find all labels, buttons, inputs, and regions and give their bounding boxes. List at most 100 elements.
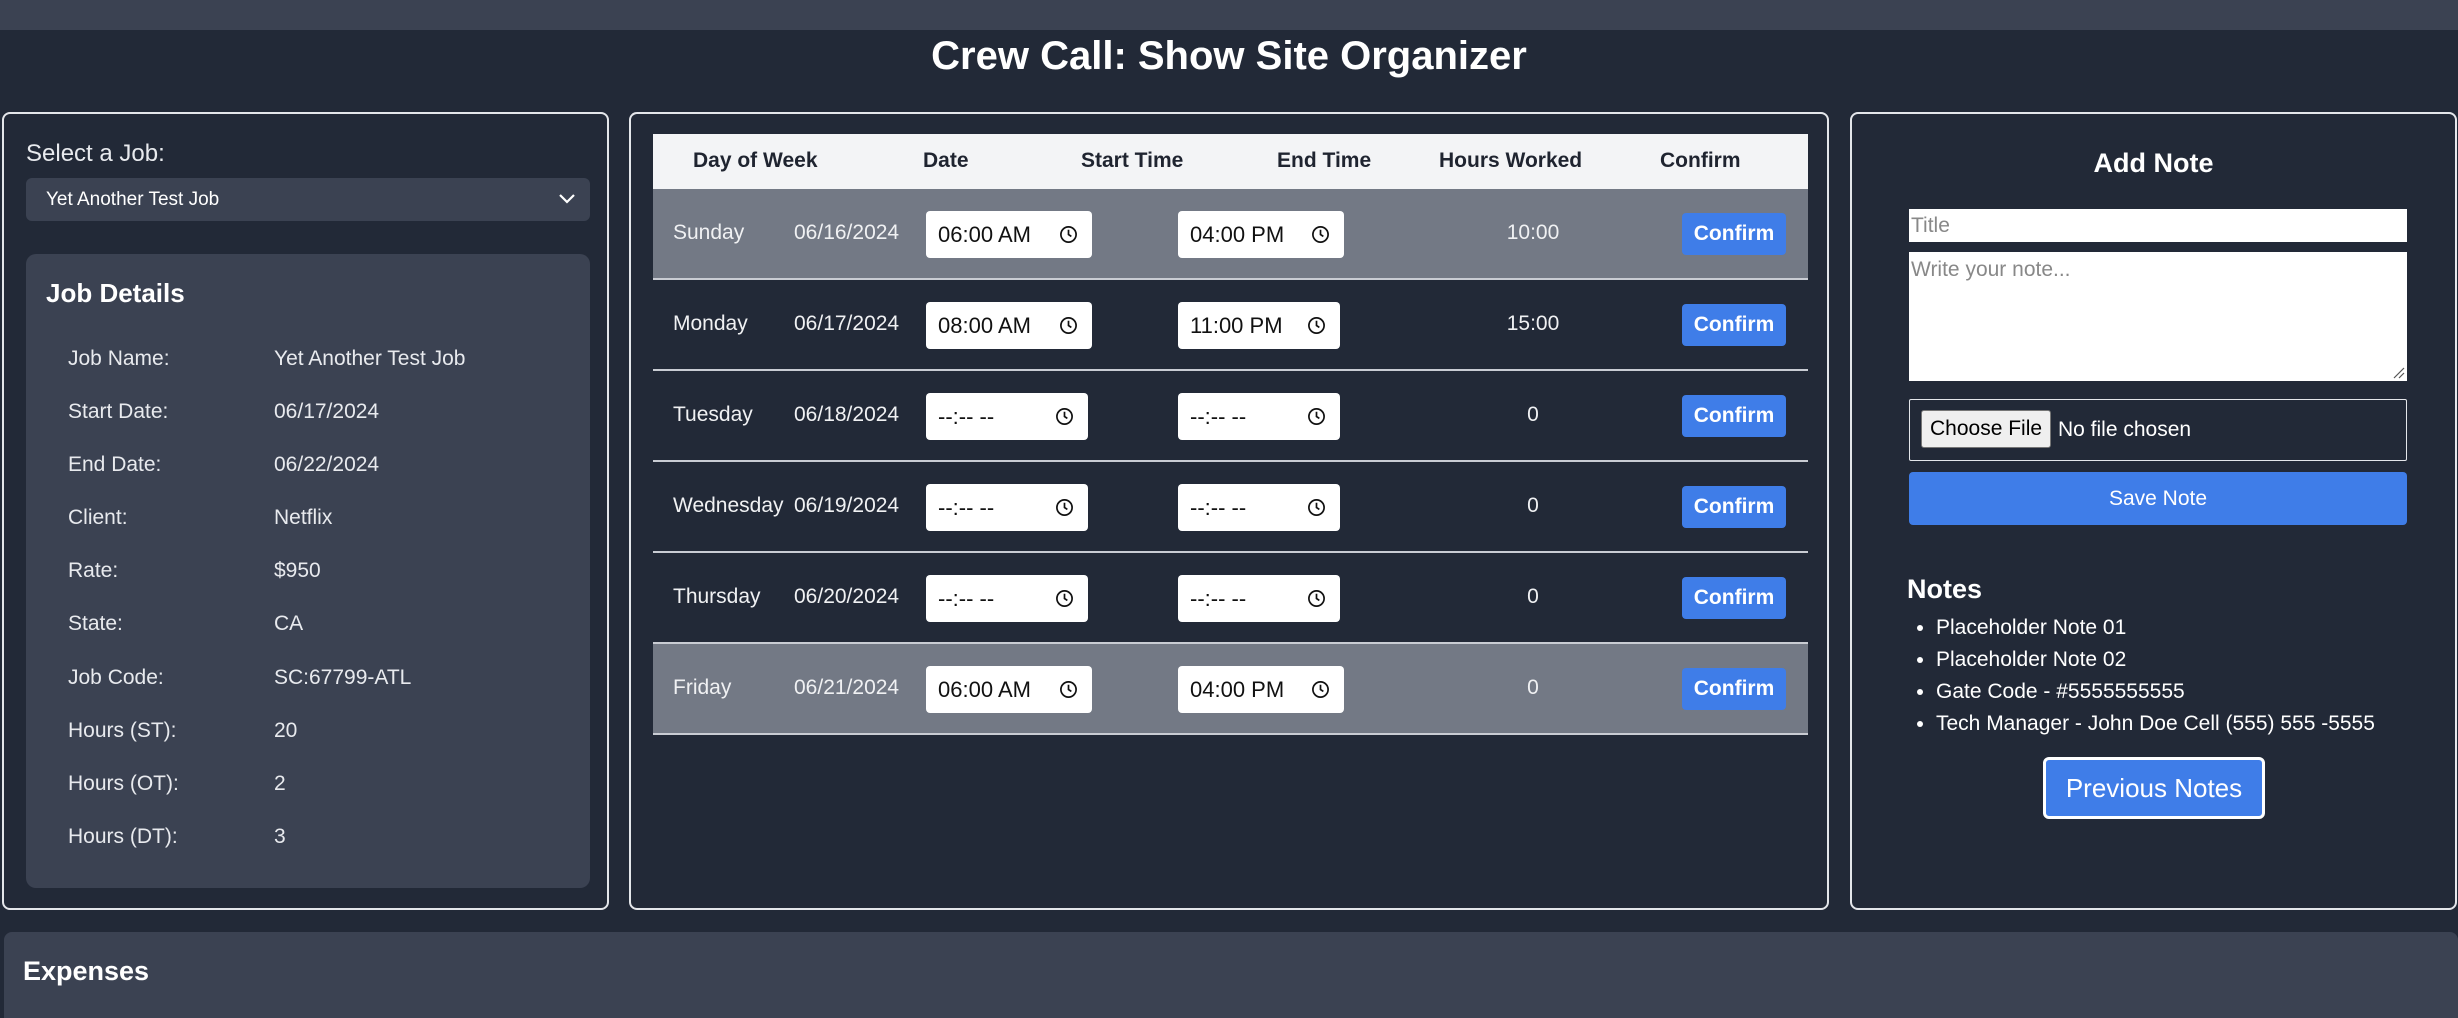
start-time-input[interactable]: 06:00 AM: [926, 211, 1092, 258]
note-item: Tech Manager - John Doe Cell (555) 555 -…: [1936, 708, 2375, 740]
start-time-value: --:-- --: [938, 586, 995, 611]
detail-value: 06/22/2024: [274, 453, 380, 476]
day-cell: Sunday: [673, 221, 745, 244]
table-row: Wednesday 06/19/2024 --:-- -- --:-- -- 0 Conf…: [653, 462, 1808, 553]
clock-icon: [1056, 590, 1073, 607]
detail-label: Hours (OT):: [68, 772, 179, 795]
note-title-input[interactable]: Title: [1909, 209, 2407, 242]
end-time-value: 04:00 PM: [1190, 677, 1285, 702]
chevron-down-icon: [559, 194, 575, 204]
confirm-button[interactable]: Confirm: [1682, 668, 1786, 710]
confirm-button[interactable]: Confirm: [1682, 577, 1786, 619]
date-cell: 06/21/2024: [794, 676, 900, 699]
header-hours-worked: Hours Worked: [1439, 149, 1583, 172]
clock-icon: [1308, 408, 1325, 425]
hours-worked-cell: 0: [1527, 676, 1539, 699]
note-body-placeholder: Write your note...: [1911, 258, 2071, 281]
header-confirm: Confirm: [1660, 149, 1741, 172]
confirm-button[interactable]: Confirm: [1682, 486, 1786, 528]
note-body-textarea[interactable]: Write your note...: [1909, 252, 2407, 381]
header-start-time: Start Time: [1081, 149, 1184, 172]
previous-notes-button[interactable]: Previous Notes: [2043, 757, 2265, 819]
confirm-button[interactable]: Confirm: [1682, 304, 1786, 346]
day-cell: Wednesday: [673, 494, 784, 517]
day-cell: Monday: [673, 312, 748, 335]
header-end-time: End Time: [1277, 149, 1372, 172]
start-time-value: --:-- --: [938, 404, 995, 429]
confirm-button[interactable]: Confirm: [1682, 213, 1786, 255]
confirm-button[interactable]: Confirm: [1682, 395, 1786, 437]
end-time-value: --:-- --: [1190, 404, 1247, 429]
detail-label: State:: [68, 612, 123, 635]
page-title: Crew Call: Show Site Organizer: [931, 34, 1527, 78]
job-select-value: Yet Another Test Job: [46, 189, 220, 210]
clock-icon: [1308, 590, 1325, 607]
start-time-value: 06:00 AM: [938, 222, 1031, 247]
clock-icon: [1308, 317, 1325, 334]
detail-value: Netflix: [274, 506, 333, 529]
detail-value: SC:67799-ATL: [274, 666, 412, 689]
end-time-input[interactable]: 11:00 PM: [1178, 302, 1340, 349]
day-cell: Friday: [673, 676, 732, 699]
resize-grip-icon[interactable]: [2391, 365, 2405, 379]
start-time-value: --:-- --: [938, 495, 995, 520]
choose-file-button[interactable]: Choose File: [1921, 410, 2052, 448]
end-time-input[interactable]: 04:00 PM: [1178, 211, 1344, 258]
table-row: Friday 06/21/2024 06:00 AM 04:00 PM 0 Confirm: [653, 644, 1808, 735]
date-cell: 06/17/2024: [794, 312, 900, 335]
table-row: Thursday 06/20/2024 --:-- -- --:-- -- 0 Confi…: [653, 553, 1808, 644]
table-row: Tuesday 06/18/2024 --:-- -- --:-- -- 0 Confir…: [653, 371, 1808, 462]
expenses-section: Expenses: [4, 932, 2458, 1018]
end-time-value: 04:00 PM: [1190, 222, 1285, 247]
detail-label: Job Name:: [68, 347, 170, 370]
start-time-value: 06:00 AM: [938, 677, 1031, 702]
end-time-value: --:-- --: [1190, 495, 1247, 520]
start-time-input[interactable]: 08:00 AM: [926, 302, 1092, 349]
end-time-input[interactable]: --:-- --: [1178, 575, 1340, 622]
end-time-input[interactable]: --:-- --: [1178, 393, 1340, 440]
clock-icon: [1060, 317, 1077, 334]
detail-label: End Date:: [68, 453, 162, 476]
clock-icon: [1312, 226, 1329, 243]
clock-icon: [1056, 408, 1073, 425]
table-row: Sunday 06/16/2024 06:00 AM 04:00 PM 10:00 Con…: [653, 189, 1808, 280]
file-status-text: No file chosen: [2058, 418, 2192, 441]
job-select-dropdown[interactable]: Yet Another Test Job: [26, 178, 590, 221]
job-select-label: Select a Job:: [26, 140, 165, 167]
start-time-input[interactable]: --:-- --: [926, 484, 1088, 531]
start-time-input[interactable]: 06:00 AM: [926, 666, 1092, 713]
notes-list: Placeholder Note 01 Placeholder Note 02 …: [1936, 612, 2375, 740]
detail-label: Job Code:: [68, 666, 164, 689]
expenses-title: Expenses: [23, 956, 150, 986]
end-time-input[interactable]: 04:00 PM: [1178, 666, 1344, 713]
hours-worked-cell: 0: [1527, 494, 1539, 517]
detail-label: Client:: [68, 506, 128, 529]
detail-value: 06/17/2024: [274, 400, 380, 423]
detail-value: 2: [274, 772, 286, 795]
timesheet-panel: Day of Week Date Start Time End Time Hou…: [629, 112, 1829, 910]
clock-icon: [1312, 681, 1329, 698]
hours-worked-cell: 0: [1527, 585, 1539, 608]
job-details-title: Job Details: [46, 278, 185, 308]
start-time-input[interactable]: --:-- --: [926, 575, 1088, 622]
job-panel: Select a Job: Yet Another Test Job Job D…: [2, 112, 609, 910]
note-item: Placeholder Note 02: [1936, 644, 2375, 676]
job-details-card: Job Details Job Name: Yet Another Test J…: [26, 254, 590, 888]
detail-value: 3: [274, 825, 286, 848]
end-time-value: --:-- --: [1190, 586, 1247, 611]
save-note-button[interactable]: Save Note: [1909, 472, 2407, 525]
timesheet-header: Day of Week Date Start Time End Time Hou…: [653, 134, 1808, 189]
detail-label: Start Date:: [68, 400, 169, 423]
detail-label: Rate:: [68, 559, 119, 582]
day-cell: Tuesday: [673, 403, 753, 426]
start-time-input[interactable]: --:-- --: [926, 393, 1088, 440]
day-cell: Thursday: [673, 585, 761, 608]
table-row: Monday 06/17/2024 08:00 AM 11:00 PM 15:00 Con…: [653, 280, 1808, 371]
header-date: Date: [923, 149, 969, 172]
date-cell: 06/18/2024: [794, 403, 900, 426]
date-cell: 06/19/2024: [794, 494, 900, 517]
end-time-input[interactable]: --:-- --: [1178, 484, 1340, 531]
notes-panel: Add Note Title Write your note... Choose…: [1850, 112, 2457, 910]
detail-value: CA: [274, 612, 304, 635]
hours-worked-cell: 0: [1527, 403, 1539, 426]
